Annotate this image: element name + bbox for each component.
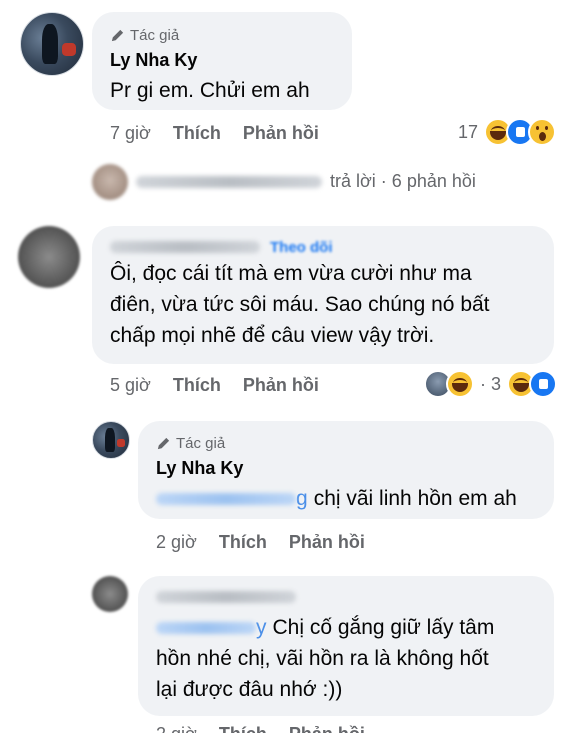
comment-actions: 2 giờ Thích Phản hồi <box>156 530 387 554</box>
comment-header <box>156 588 536 606</box>
pen-icon <box>157 437 170 449</box>
like-icon <box>529 370 558 398</box>
like-button[interactable]: Thích <box>219 724 267 733</box>
author-tag: Tác giả <box>110 26 334 44</box>
like-button[interactable]: Thích <box>173 123 221 144</box>
comment-time[interactable]: 7 giờ <box>110 123 151 144</box>
comment-bubble: Theo dõi Ôi, đọc cái tít mà em vừa cười … <box>92 226 554 364</box>
author-avatar[interactable] <box>20 12 84 76</box>
author-avatar[interactable] <box>92 421 130 459</box>
comment-time[interactable]: 2 giờ <box>156 532 197 553</box>
comment-header: Theo dõi <box>110 238 536 256</box>
reply-button[interactable]: Phản hồi <box>243 123 319 144</box>
comment-text-line: lại được đâu nhớ :)) <box>156 678 343 701</box>
comment-text-line: điên, vừa tức sôi máu. Sao chúng nó bất <box>110 293 490 316</box>
follow-link[interactable]: Theo dõi <box>270 239 333 256</box>
view-replies-link[interactable]: trả lời · 6 phản hồi <box>136 171 476 192</box>
comment-text: g chị vãi linh hồn em ah <box>156 483 536 514</box>
reaction-count: · 3 <box>480 373 502 394</box>
commenter-name[interactable]: Ly Nha Ky <box>156 458 536 479</box>
haha-icon <box>446 370 474 398</box>
like-button[interactable]: Thích <box>219 532 267 553</box>
reaction-count: 17 <box>458 121 479 142</box>
replier-avatar[interactable] <box>92 164 128 200</box>
comment-text-line: y Chị cố gắng giữ lấy tâm <box>156 612 536 643</box>
author-tag-label: Tác giả <box>176 434 226 452</box>
comment-bubble: y Chị cố gắng giữ lấy tâm hồn nhé chị, v… <box>138 576 554 716</box>
mention-tail[interactable]: g <box>296 483 308 514</box>
comment-body: chị vãi linh hồn em ah <box>313 487 517 510</box>
author-tag-label: Tác giả <box>130 26 180 44</box>
reply-button[interactable]: Phản hồi <box>243 375 319 396</box>
comment-actions: 2 giờ Thích Phản hồi <box>156 722 387 733</box>
comment-text-line: Ôi, đọc cái tít mà em vừa cười như ma <box>110 262 472 285</box>
mention-tail[interactable]: y <box>256 612 267 643</box>
comment-time[interactable]: 2 giờ <box>156 724 197 733</box>
like-button[interactable]: Thích <box>173 375 221 396</box>
reply-button[interactable]: Phản hồi <box>289 532 365 553</box>
comment-bubble: Tác giả Ly Nha Ky Pr gi em. Chửi em ah <box>92 12 352 110</box>
comment-thread: Tác giả Ly Nha Ky Pr gi em. Chửi em ah 7… <box>0 0 580 733</box>
comment-actions: 7 giờ Thích Phản hồi <box>110 121 341 145</box>
commenter-avatar[interactable] <box>18 226 80 288</box>
comment-text: Pr gi em. Chửi em ah <box>110 79 310 102</box>
reaction-summary[interactable]: 17 <box>458 118 557 146</box>
author-tag: Tác giả <box>156 434 536 452</box>
reply-button[interactable]: Phản hồi <box>289 724 365 733</box>
commenter-name[interactable]: Ly Nha Ky <box>110 50 334 71</box>
comment-body: Chị cố gắng giữ lấy tâm <box>272 616 495 639</box>
blurred-mention[interactable] <box>156 492 296 505</box>
replies-count: trả lời · 6 phản hồi <box>330 171 476 191</box>
pen-icon <box>111 29 124 41</box>
comment-text-line: chấp mọi nhẽ để câu view vậy trời. <box>110 324 435 347</box>
blurred-commenter-name <box>156 591 296 603</box>
comment-actions: 5 giờ Thích Phản hồi <box>110 373 341 397</box>
comment-bubble: Tác giả Ly Nha Ky g chị vãi linh hồn em … <box>138 421 554 519</box>
commenter-avatar[interactable] <box>92 576 128 612</box>
blurred-replier-name <box>136 175 322 188</box>
comment-time[interactable]: 5 giờ <box>110 375 151 396</box>
reaction-summary[interactable]: · 3 <box>424 370 558 398</box>
blurred-commenter-name <box>110 241 260 253</box>
comment-text-line: hồn nhé chị, vãi hồn ra là không hốt <box>156 647 489 670</box>
wow-icon <box>528 118 557 146</box>
blurred-mention[interactable] <box>156 621 256 634</box>
